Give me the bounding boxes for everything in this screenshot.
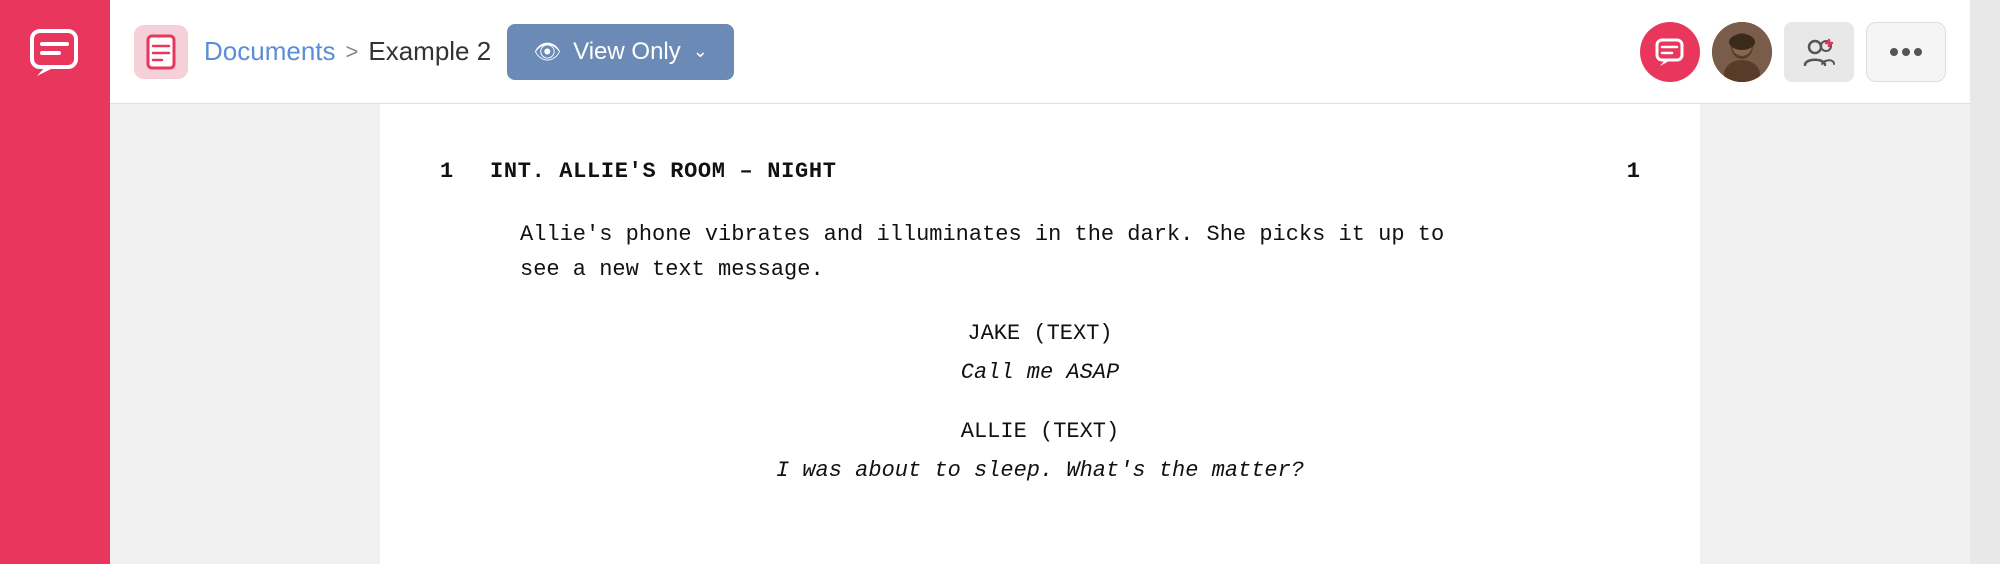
dot-2 <box>1902 48 1910 56</box>
chat-action-button[interactable] <box>1640 22 1700 82</box>
scene-heading-line: 1 INT. ALLIE'S ROOM – NIGHT 1 <box>440 154 1640 189</box>
view-only-label: View Only <box>573 38 681 66</box>
breadcrumb: Documents > Example 2 <box>204 36 491 67</box>
right-scrollbar-panel <box>1970 0 2000 564</box>
sidebar-chat-icon[interactable] <box>21 18 89 86</box>
dialogue-jake: Call me ASAP <box>440 355 1640 390</box>
dot-3 <box>1914 48 1922 56</box>
view-only-button[interactable]: 👁 View Only ⌄ <box>507 24 734 80</box>
document-icon-button[interactable] <box>134 25 188 79</box>
scene-number-right: 1 <box>1590 154 1640 189</box>
document-page: 1 INT. ALLIE'S ROOM – NIGHT 1 Allie's ph… <box>380 104 1700 564</box>
more-options-button[interactable] <box>1866 22 1946 82</box>
header-right-actions <box>1640 22 1946 82</box>
user-avatar[interactable] <box>1712 22 1772 82</box>
sidebar <box>0 0 110 564</box>
scene-heading-text: INT. ALLIE'S ROOM – NIGHT <box>490 154 1590 189</box>
scene-number-left: 1 <box>440 154 490 189</box>
dot-1 <box>1890 48 1898 56</box>
breadcrumb-current: Example 2 <box>368 36 491 67</box>
character-jake: JAKE (TEXT) <box>440 316 1640 351</box>
dialogue-block-allie: ALLIE (TEXT) I was about to sleep. What'… <box>440 414 1640 488</box>
character-allie: ALLIE (TEXT) <box>440 414 1640 449</box>
users-button[interactable] <box>1784 22 1854 82</box>
chevron-down-icon: ⌄ <box>693 41 708 62</box>
avatar-image <box>1712 22 1772 82</box>
action-line: Allie's phone vibrates and illuminates i… <box>520 217 1500 287</box>
dialogue-allie: I was about to sleep. What's the matter? <box>440 453 1640 488</box>
eye-icon: 👁 <box>533 39 561 65</box>
dialogue-block-jake: JAKE (TEXT) Call me ASAP <box>440 316 1640 390</box>
main-area: Documents > Example 2 👁 View Only ⌄ <box>110 0 1970 564</box>
breadcrumb-separator: > <box>346 39 359 65</box>
document-area: 1 INT. ALLIE'S ROOM – NIGHT 1 Allie's ph… <box>110 104 1970 564</box>
breadcrumb-documents[interactable]: Documents <box>204 36 336 67</box>
header: Documents > Example 2 👁 View Only ⌄ <box>110 0 1970 104</box>
